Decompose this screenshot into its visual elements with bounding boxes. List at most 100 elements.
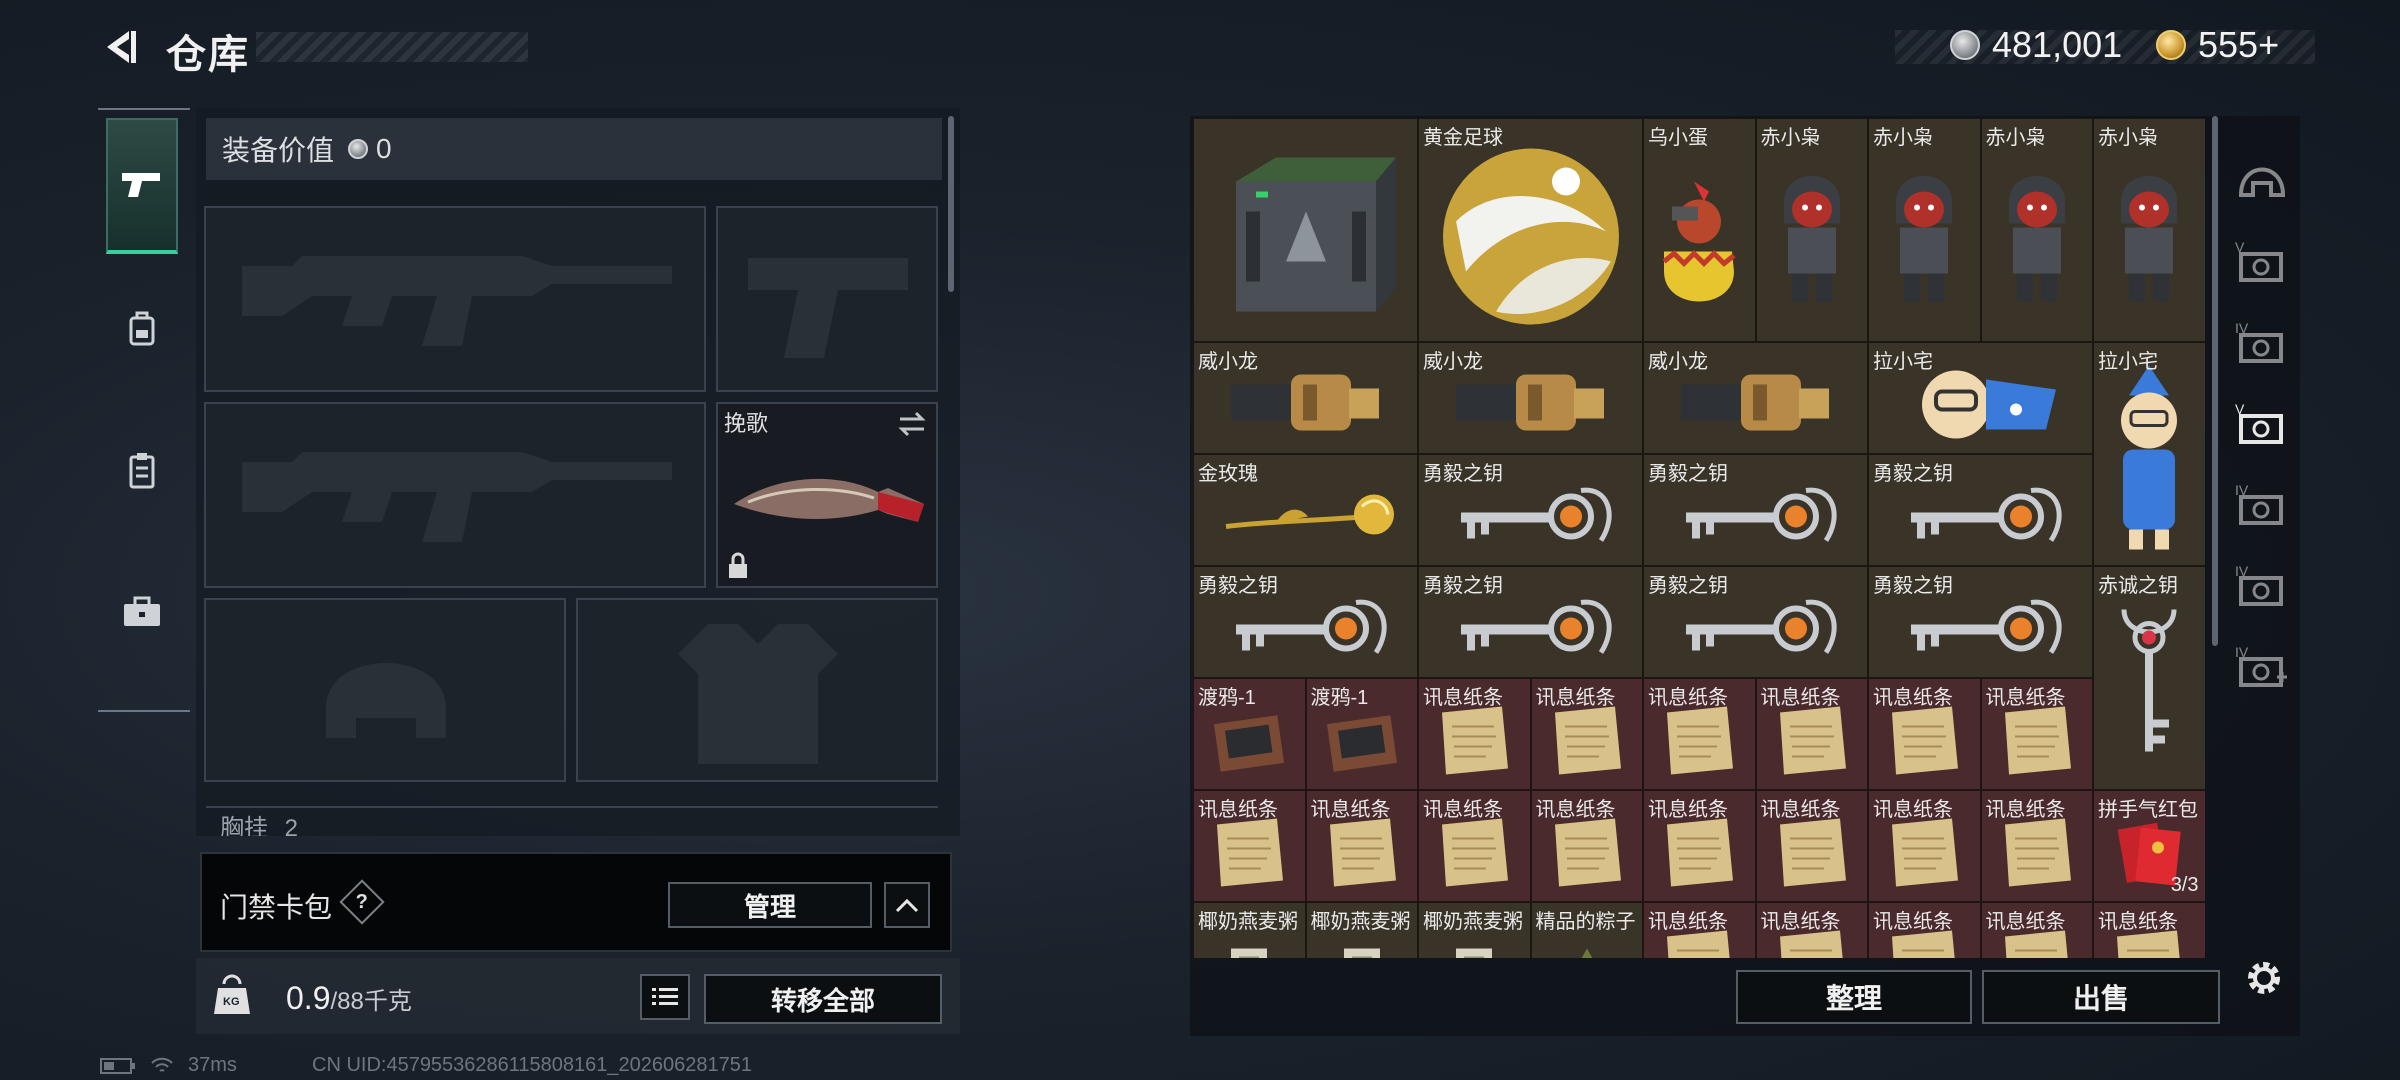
- storage-item[interactable]: 威小龙: [1418, 342, 1643, 454]
- paper-item-icon: [1884, 814, 1964, 895]
- vest-silhouette-icon: [678, 624, 838, 764]
- transfer-all-button[interactable]: 转移全部: [704, 974, 942, 1024]
- storage-item-name: 拉小宅: [2098, 351, 2158, 373]
- list-view-button[interactable]: [640, 974, 690, 1020]
- storage-item[interactable]: [1193, 118, 1418, 342]
- storage-item[interactable]: 勇毅之钥: [1418, 566, 1643, 678]
- storage-item[interactable]: 赤小枭: [1980, 118, 2093, 342]
- storage-item[interactable]: 椰奶燕麦粥: [1193, 902, 1306, 958]
- storage-item[interactable]: 椰奶燕麦粥: [1305, 902, 1418, 958]
- storage-item[interactable]: 讯息纸条: [1755, 790, 1868, 902]
- storage-item[interactable]: 勇毅之钥: [1868, 566, 2093, 678]
- storage-item[interactable]: 乌小蛋: [1643, 118, 1756, 342]
- equip-value-bar: 装备价值 0: [206, 118, 942, 180]
- helmet-icon: [2238, 167, 2286, 197]
- storage-item[interactable]: 讯息纸条: [1980, 790, 2093, 902]
- storage-item[interactable]: 拉小宅: [1868, 342, 2093, 454]
- storage-item[interactable]: 威小龙: [1193, 342, 1418, 454]
- storage-item[interactable]: 精品的粽子: [1530, 902, 1643, 958]
- primary-weapon-slot[interactable]: [204, 206, 706, 392]
- page-title: 仓库: [166, 33, 250, 77]
- storage-item[interactable]: 讯息纸条: [1418, 678, 1531, 790]
- armor-slot[interactable]: [576, 598, 938, 782]
- pistol-icon: [122, 173, 160, 197]
- storage-item[interactable]: 讯息纸条: [1530, 790, 1643, 902]
- storage-item[interactable]: 威小龙: [1643, 342, 1868, 454]
- category-tab-briefcase[interactable]: [106, 544, 178, 680]
- storage-item[interactable]: 金玫瑰: [1193, 454, 1418, 566]
- category-tab-backpack[interactable]: [106, 260, 178, 396]
- storage-item[interactable]: 讯息纸条: [1643, 790, 1756, 902]
- figure-item-icon: [2109, 161, 2189, 316]
- gold-currency[interactable]: 555+: [2156, 24, 2279, 66]
- melee-slot[interactable]: 挽歌: [716, 402, 938, 588]
- storage-item[interactable]: 讯息纸条: [1530, 678, 1643, 790]
- chest-rig-row[interactable]: 胸挂 2: [206, 806, 938, 836]
- storage-item[interactable]: 讯息纸条: [1193, 790, 1306, 902]
- swap-icon[interactable]: [896, 410, 928, 438]
- help-icon: ?: [355, 890, 369, 913]
- helmet-slot[interactable]: [204, 598, 566, 782]
- rail-storage-v-2[interactable]: V: [2228, 391, 2296, 455]
- key-item-icon: [1216, 588, 1396, 673]
- storage-item-name: 黄金足球: [1423, 127, 1503, 149]
- storage-item[interactable]: 讯息纸条: [1980, 678, 2093, 790]
- storage-item[interactable]: 椰奶燕麦粥: [1418, 902, 1531, 958]
- storage-item[interactable]: 赤小枭: [2093, 118, 2205, 342]
- egg-item-icon: [1654, 161, 1744, 316]
- storage-item[interactable]: 讯息纸条: [1755, 678, 1868, 790]
- storage-item-name: 讯息纸条: [2098, 911, 2178, 933]
- storage-item[interactable]: 赤小枭: [1868, 118, 1981, 342]
- gear-icon: [2248, 962, 2280, 994]
- storage-item[interactable]: 勇毅之钥: [1193, 566, 1418, 678]
- pistol-slot[interactable]: [716, 206, 938, 392]
- storage-item[interactable]: 讯息纸条: [1755, 902, 1868, 958]
- storage-scrollbar[interactable]: [2212, 116, 2218, 646]
- storage-item-name: 勇毅之钥: [1873, 575, 1953, 597]
- storage-item[interactable]: 渡鸦-1: [1305, 678, 1418, 790]
- storage-item[interactable]: 讯息纸条: [1305, 790, 1418, 902]
- secondary-weapon-slot[interactable]: [204, 402, 706, 588]
- loadout-scrollbar[interactable]: [948, 116, 954, 292]
- storage-item[interactable]: 勇毅之钥: [1643, 566, 1868, 678]
- sell-button[interactable]: 出售: [1982, 970, 2220, 1024]
- storage-item[interactable]: 拉小宅: [2093, 342, 2205, 566]
- settings-button[interactable]: [2238, 952, 2290, 1004]
- storage-item[interactable]: 讯息纸条: [1643, 678, 1756, 790]
- silver-currency[interactable]: 481,001: [1950, 24, 2122, 66]
- rail-storage-iv-add[interactable]: IV: [2228, 634, 2296, 698]
- storage-item[interactable]: 渡鸦-1: [1193, 678, 1306, 790]
- storage-item-name: 讯息纸条: [1423, 687, 1503, 709]
- storage-item[interactable]: 勇毅之钥: [1868, 454, 2093, 566]
- storage-item[interactable]: 讯息纸条: [1643, 902, 1756, 958]
- storage-item[interactable]: 讯息纸条: [1868, 902, 1981, 958]
- storage-item[interactable]: 赤诚之钥: [2093, 566, 2205, 790]
- storage-item[interactable]: 讯息纸条: [1868, 790, 1981, 902]
- collapse-button[interactable]: [884, 882, 930, 928]
- silver-coin-icon: [348, 139, 369, 159]
- storage-item[interactable]: 讯息纸条: [2093, 902, 2205, 958]
- storage-item[interactable]: 黄金足球: [1418, 118, 1643, 342]
- sort-button[interactable]: 整理: [1736, 970, 1972, 1024]
- rail-storage-iv-2[interactable]: IV: [2228, 472, 2296, 536]
- storage-item[interactable]: 讯息纸条: [1418, 790, 1531, 902]
- paper-item-icon: [1322, 814, 1402, 895]
- storage-item[interactable]: 讯息纸条: [1980, 902, 2093, 958]
- category-tab-weapons[interactable]: [106, 118, 178, 254]
- silver-currency-value: 481,001: [1992, 24, 2123, 65]
- back-button[interactable]: [98, 24, 144, 70]
- storage-item[interactable]: 拼手气红包 3/3: [2093, 790, 2205, 902]
- category-tab-clipboard[interactable]: [106, 402, 178, 538]
- rail-storage-iv-1[interactable]: IV: [2228, 310, 2296, 374]
- storage-item[interactable]: 勇毅之钥: [1418, 454, 1643, 566]
- rail-helmet[interactable]: [2228, 148, 2296, 212]
- storage-item[interactable]: 勇毅之钥: [1643, 454, 1868, 566]
- rail-storage-v-1[interactable]: V: [2228, 229, 2296, 293]
- storage-item[interactable]: 讯息纸条: [1868, 678, 1981, 790]
- storage-item[interactable]: 赤小枭: [1755, 118, 1868, 342]
- storage-iv-icon: IV: [2235, 482, 2283, 525]
- rail-storage-iv-3[interactable]: IV: [2228, 553, 2296, 617]
- weight-icon-text: KG: [223, 996, 240, 1008]
- manage-button[interactable]: 管理: [668, 882, 872, 928]
- storage-item-count: 3/3: [2170, 874, 2199, 896]
